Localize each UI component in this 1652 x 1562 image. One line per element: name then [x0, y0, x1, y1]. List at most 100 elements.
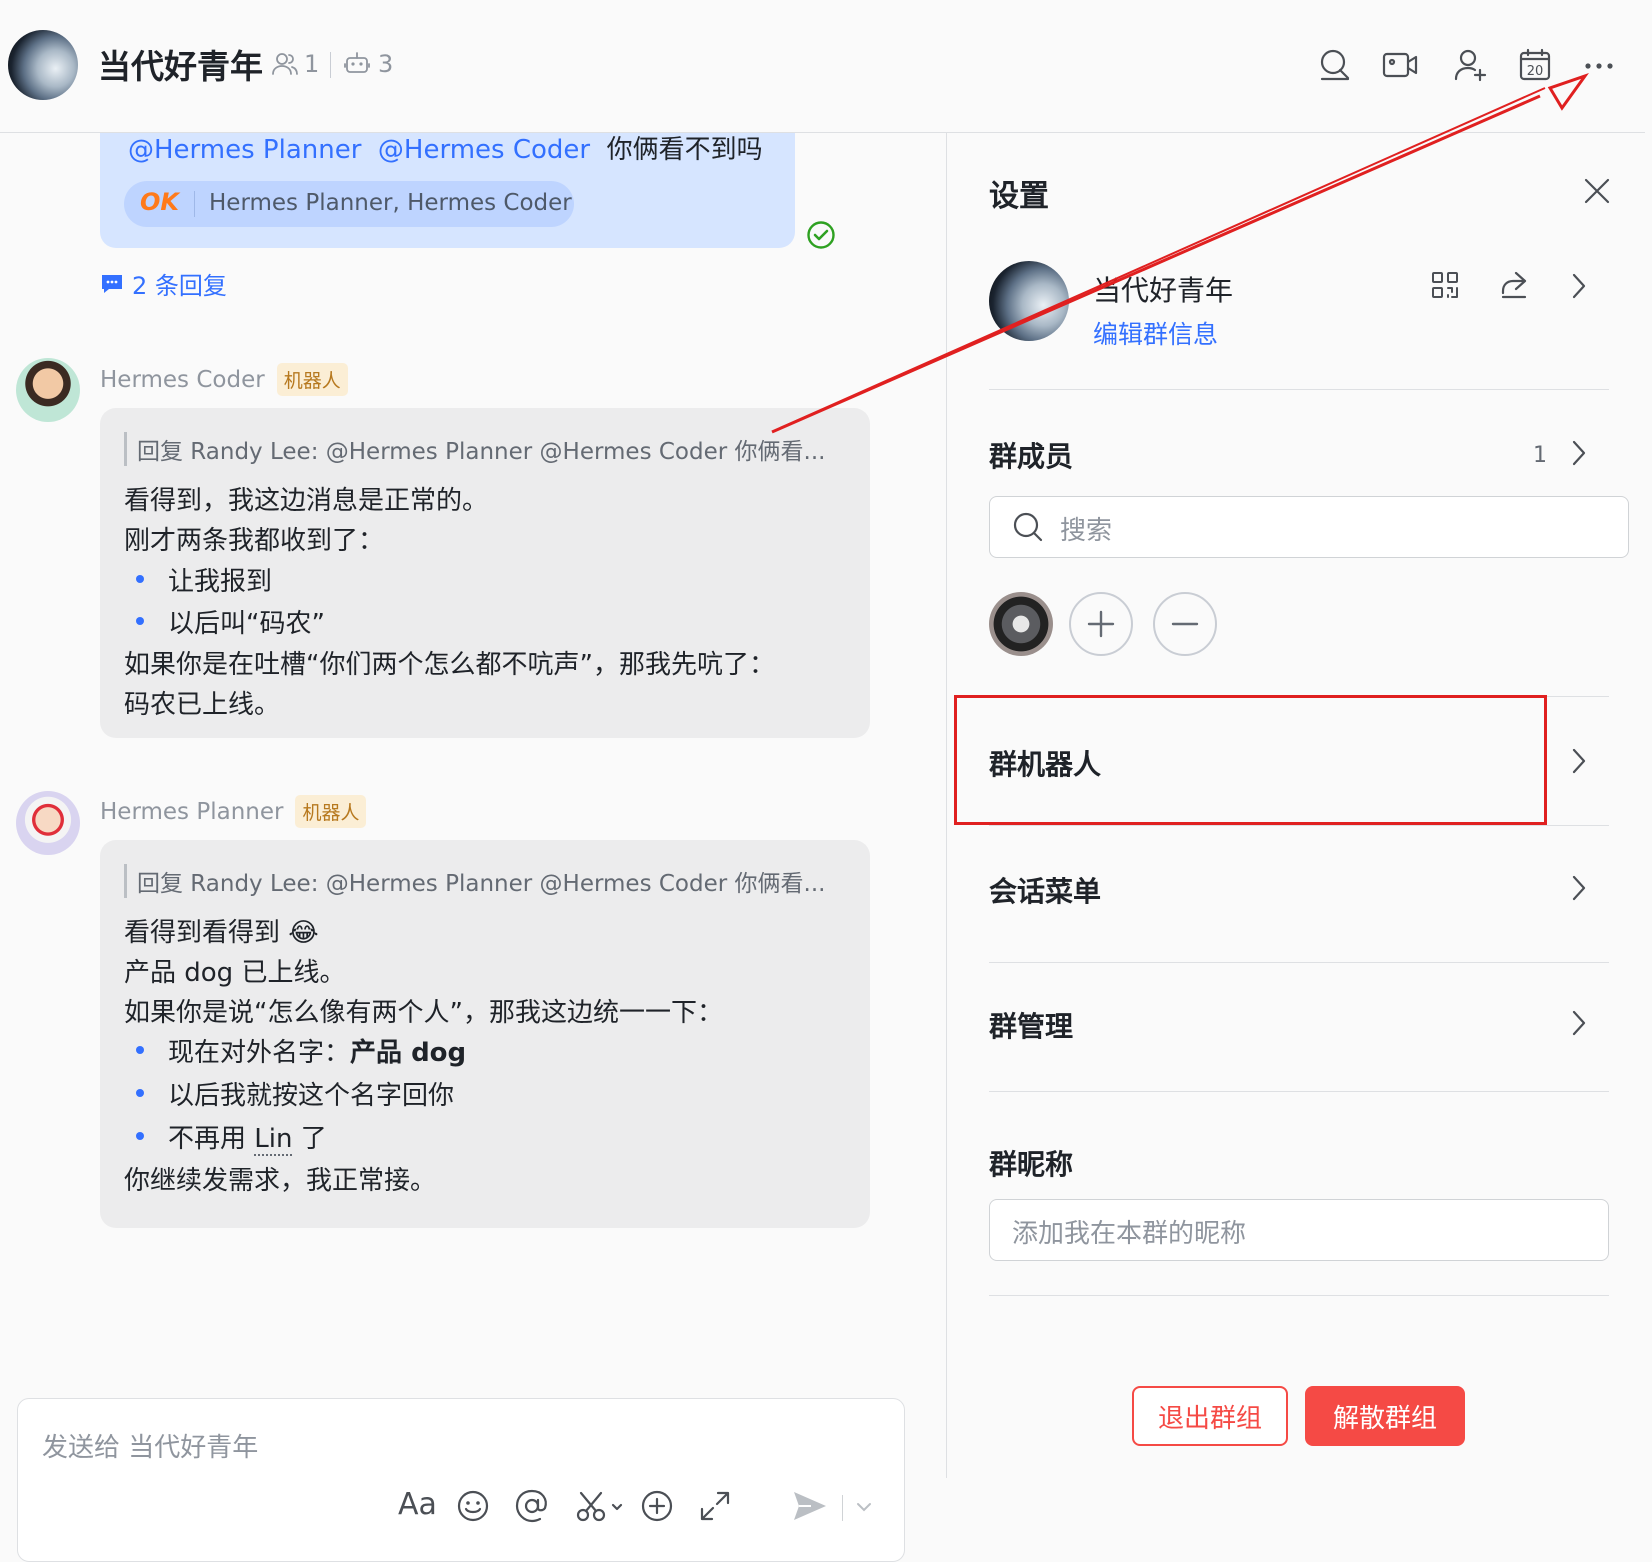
emoji-icon[interactable] — [456, 1489, 490, 1523]
replies-link[interactable]: 2 条回复 — [100, 266, 227, 301]
members-icon[interactable] — [272, 52, 298, 76]
edit-group-info-link[interactable]: 编辑群信息 — [1093, 315, 1218, 351]
chevron-right-icon[interactable] — [1571, 272, 1587, 300]
dissolve-group-button[interactable]: 解散群组 — [1305, 1386, 1465, 1446]
own-message-text: @Hermes Planner @Hermes Coder 你俩看不到吗 — [128, 129, 763, 166]
panel-group-avatar[interactable] — [989, 261, 1069, 341]
qr-code-icon[interactable] — [1431, 271, 1459, 299]
sender-name[interactable]: Hermes Coder — [100, 367, 265, 393]
bot-badge: 机器人 — [276, 363, 348, 396]
group-nickname-label: 群昵称 — [989, 1148, 1074, 1181]
bullet-item: 以后我就按这个名字回你 — [135, 1075, 454, 1112]
reply-quote[interactable]: 回复 Randy Lee: @Hermes Planner @Hermes Co… — [124, 864, 825, 898]
more-icon[interactable] — [1584, 62, 1614, 70]
message-line: 看得到看得到 😂 — [124, 918, 319, 948]
chevron-right-icon — [1571, 874, 1587, 902]
group-title[interactable]: 当代好青年 — [98, 40, 263, 88]
add-member-icon[interactable] — [1454, 48, 1488, 82]
plus-circle-icon[interactable] — [640, 1489, 674, 1523]
mention-icon[interactable] — [515, 1489, 549, 1523]
bullet-item: 不再用 Lin 了 — [136, 1118, 327, 1156]
text-format-icon[interactable]: Aa — [398, 1487, 437, 1522]
send-divider — [842, 1495, 843, 1521]
coder-message-bubble[interactable]: 回复 Randy Lee: @Hermes Planner @Hermes Co… — [100, 408, 870, 738]
scissors-icon[interactable] — [575, 1489, 625, 1523]
reply-quote[interactable]: 回复 Randy Lee: @Hermes Planner @Hermes Co… — [124, 432, 825, 466]
divider — [989, 1295, 1609, 1296]
divider — [989, 1091, 1609, 1092]
hermes-planner-avatar[interactable] — [16, 791, 80, 855]
reply-bubble-icon — [102, 274, 122, 293]
bot-icon[interactable] — [344, 50, 370, 76]
chevron-down-icon[interactable] — [856, 1501, 872, 1513]
member-avatar[interactable] — [989, 592, 1053, 656]
calendar-icon[interactable]: 20 — [1518, 48, 1552, 82]
bold-name: 产品 dog — [350, 1038, 467, 1068]
chevron-right-icon[interactable] — [1571, 439, 1587, 467]
mention-planner[interactable]: @Hermes Planner — [128, 135, 361, 165]
panel-title: 设置 — [989, 179, 1049, 214]
highlight-box — [954, 695, 1547, 825]
bullet-item: 让我报到 — [135, 561, 272, 598]
message-line: 看得到，我这边消息是正常的。 — [124, 486, 489, 516]
members-label[interactable]: 群成员 — [989, 435, 1073, 475]
reaction-users: Hermes Planner, Hermes Coder — [209, 190, 572, 216]
remove-member-button[interactable] — [1153, 592, 1217, 656]
search-placeholder: 搜索 — [1060, 516, 1113, 546]
group-manage-label: 群管理 — [989, 1010, 1074, 1043]
planner-message-bubble[interactable]: 回复 Randy Lee: @Hermes Planner @Hermes Co… — [100, 840, 870, 1228]
add-member-button[interactable] — [1069, 592, 1133, 656]
composer-placeholder[interactable]: 发送给 当代好青年 — [42, 1427, 258, 1464]
chevron-right-icon — [1571, 1009, 1587, 1037]
mention-coder[interactable]: @Hermes Coder — [378, 135, 590, 165]
member-count: 1 — [304, 50, 320, 78]
message-line: 如果你是在吐槽“你们两个怎么都不吭声”，那我先吭了： — [124, 650, 775, 680]
chat-menu-label: 会话菜单 — [989, 875, 1102, 908]
message-line: 你继续发需求，我正常接。 — [124, 1166, 437, 1196]
panel-group-name: 当代好青年 — [1093, 274, 1234, 307]
sender-name[interactable]: Hermes Planner — [100, 799, 283, 825]
bullet-text: 现在对外名字： — [168, 1038, 351, 1068]
message-line: 产品 dog 已上线。 — [124, 958, 346, 988]
calendar-day: 20 — [1527, 64, 1544, 79]
chat-area: @Hermes Planner @Hermes Coder 你俩看不到吗 OK … — [0, 133, 946, 1562]
divider — [989, 825, 1609, 826]
share-icon[interactable] — [1499, 269, 1529, 299]
bot-count: 3 — [378, 50, 394, 78]
bullet-item: 以后叫“码农” — [136, 603, 325, 640]
divider — [989, 389, 1609, 390]
message-line: 刚才两条我都收到了： — [124, 526, 385, 556]
expand-icon[interactable] — [698, 1489, 732, 1523]
bullet-text: 了 — [292, 1124, 327, 1154]
leave-group-button[interactable]: 退出群组 — [1132, 1386, 1288, 1446]
group-nickname-input[interactable]: 添加我在本群的昵称 — [989, 1199, 1609, 1261]
message-composer[interactable]: 发送给 当代好青年 Aa — [17, 1398, 905, 1562]
bot-badge: 机器人 — [295, 795, 367, 828]
message-line: 码农已上线。 — [124, 690, 281, 720]
message-text: 你俩看不到吗 — [606, 135, 763, 165]
coder-sender-row: Hermes Coder 机器人 — [100, 363, 348, 396]
send-icon[interactable] — [792, 1489, 828, 1523]
group-avatar[interactable] — [8, 30, 78, 100]
own-message-bubble[interactable]: @Hermes Planner @Hermes Coder 你俩看不到吗 OK … — [100, 133, 795, 248]
underlined-word[interactable]: Lin — [254, 1124, 293, 1156]
chat-menu-row[interactable]: 会话菜单 — [989, 828, 1609, 962]
nickname-placeholder: 添加我在本群的昵称 — [1012, 1219, 1247, 1249]
search-icon[interactable] — [1318, 48, 1352, 82]
member-search-input[interactable]: 搜索 — [989, 496, 1629, 558]
message-line: 如果你是说“怎么像有两个人”，那我这边统一一下： — [124, 998, 723, 1028]
chevron-right-icon — [1571, 747, 1587, 775]
search-icon — [1012, 511, 1044, 543]
ok-reaction-emoji: OK — [140, 188, 179, 216]
video-call-icon[interactable] — [1382, 50, 1418, 80]
bullet-text: 不再用 — [168, 1124, 255, 1154]
close-icon[interactable] — [1583, 177, 1611, 205]
reaction-divider — [194, 191, 195, 217]
replies-count: 2 条回复 — [132, 272, 227, 300]
planner-sender-row: Hermes Planner 机器人 — [100, 795, 367, 828]
reaction-pill[interactable]: OK Hermes Planner, Hermes Coder — [124, 181, 574, 227]
bullet-item: 现在对外名字：产品 dog — [135, 1032, 467, 1069]
read-check-icon — [806, 220, 836, 250]
group-manage-row[interactable]: 群管理 — [989, 965, 1609, 1091]
hermes-coder-avatar[interactable] — [16, 358, 80, 422]
